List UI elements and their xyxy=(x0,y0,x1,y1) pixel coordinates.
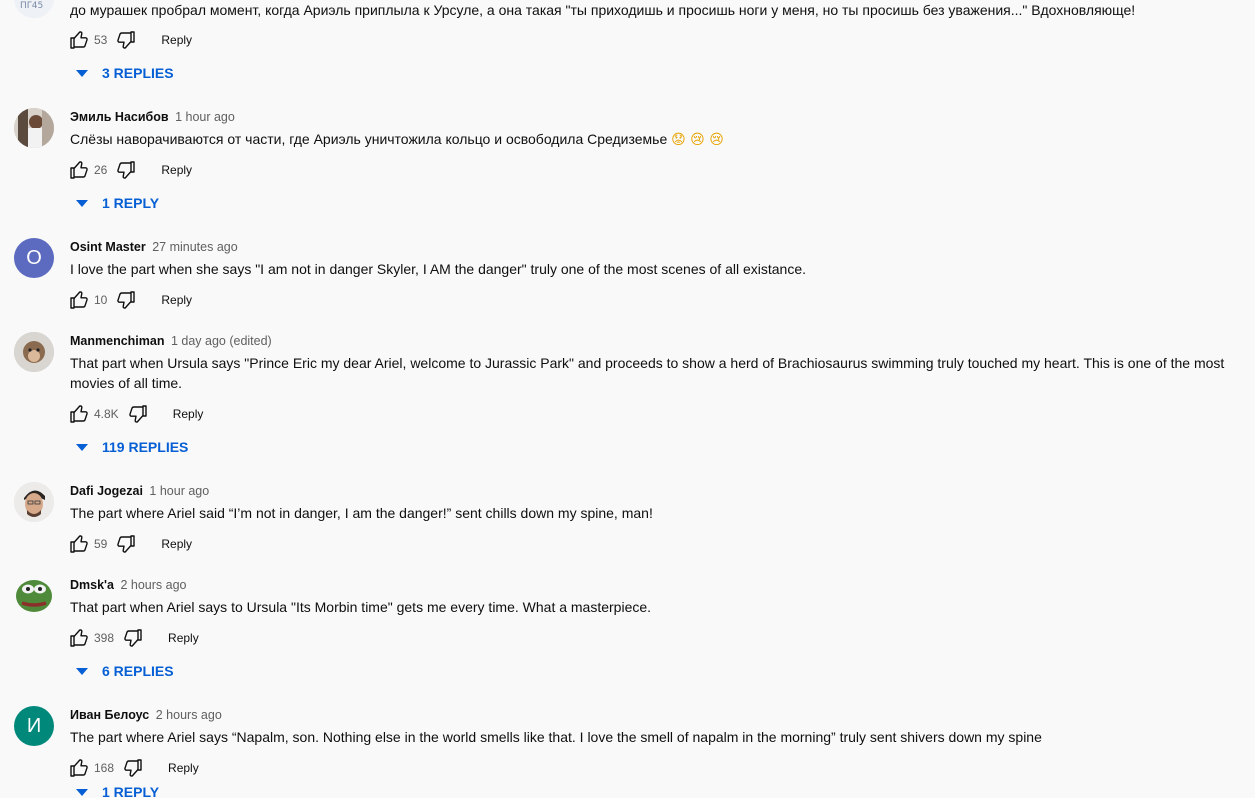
avatar[interactable] xyxy=(14,332,54,372)
comment-timestamp[interactable]: 1 day ago (edited) xyxy=(171,334,272,348)
avatar[interactable] xyxy=(14,482,54,522)
comment-text: Слёзы наворачиваются от части, где Ариэл… xyxy=(70,131,668,147)
comment-text-row: Слёзы наворачиваются от части, где Ариэл… xyxy=(70,129,1230,150)
like-count: 59 xyxy=(94,537,108,551)
author-name[interactable]: Эмиль Насибов xyxy=(70,110,169,124)
comment-actions: 26 Reply xyxy=(68,158,192,182)
view-replies-button[interactable]: 6 REPLIES xyxy=(74,661,174,681)
author-name[interactable]: Иван Белоус xyxy=(70,708,149,722)
thumb-down-icon[interactable] xyxy=(122,627,144,649)
thumb-up-icon[interactable] xyxy=(68,289,90,311)
author-name[interactable]: Osint Master xyxy=(70,240,146,254)
comment-timestamp[interactable]: 2 hours ago xyxy=(120,578,186,592)
thumb-down-icon[interactable] xyxy=(122,757,144,779)
avatar-image-icon: ΠΓ45 xyxy=(14,0,54,18)
comment-actions: 398 Reply xyxy=(68,626,199,650)
comment-text: That part when Ursula says "Prince Eric … xyxy=(70,355,1225,391)
replies-label: 119 REPLIES xyxy=(102,439,189,455)
comment-actions: 59 Reply xyxy=(68,532,192,556)
thumb-down-icon[interactable] xyxy=(115,533,137,555)
reply-button[interactable]: Reply xyxy=(161,163,192,177)
comment-actions: 10 Reply xyxy=(68,288,192,312)
comment-text: I love the part when she says "I am not … xyxy=(70,261,806,277)
comment-text: The part where Ariel said “I’m not in da… xyxy=(70,505,653,521)
comment-timestamp[interactable]: 27 minutes ago xyxy=(152,240,237,254)
avatar-letter: И xyxy=(26,714,42,737)
author-name[interactable]: Dmsk'a xyxy=(70,578,114,592)
avatar[interactable]: O xyxy=(14,238,54,278)
comment-text: до мурашек пробрал момент, когда Ариэль … xyxy=(70,2,1136,18)
view-replies-button[interactable]: 1 REPLY xyxy=(74,193,159,213)
like-count: 398 xyxy=(94,631,115,645)
thumb-down-icon[interactable] xyxy=(127,403,149,425)
like-count: 4.8K xyxy=(94,407,119,421)
view-replies-button[interactable]: 3 REPLIES xyxy=(74,63,174,83)
comment-actions: 4.8K Reply xyxy=(68,402,203,426)
reply-button[interactable]: Reply xyxy=(161,537,192,551)
thumb-up-icon[interactable] xyxy=(68,403,90,425)
author-name[interactable]: Manmenchiman xyxy=(70,334,164,348)
emoji-text: 😟 😢 😢 xyxy=(671,132,724,148)
avatar-image-icon xyxy=(14,108,54,148)
thumb-up-icon[interactable] xyxy=(68,533,90,555)
like-count: 53 xyxy=(94,33,108,47)
replies-label: 6 REPLIES xyxy=(102,663,174,679)
view-replies-button[interactable]: 119 REPLIES xyxy=(74,437,188,457)
like-count: 168 xyxy=(94,761,115,775)
comment-timestamp[interactable]: 2 hours ago xyxy=(156,708,222,722)
avatar[interactable] xyxy=(14,576,54,616)
comment-actions: 53 Reply xyxy=(68,28,192,52)
avatar[interactable]: И xyxy=(14,706,54,746)
caret-down-icon xyxy=(76,788,88,796)
like-count: 26 xyxy=(94,163,108,177)
avatar-image-icon xyxy=(14,332,54,372)
reply-button[interactable]: Reply xyxy=(168,761,199,775)
comment-text: The part where Ariel says “Napalm, son. … xyxy=(70,729,1042,745)
replies-label: 1 REPLY xyxy=(102,786,160,798)
thumb-down-icon[interactable] xyxy=(115,159,137,181)
comment-timestamp[interactable]: 1 hour ago xyxy=(175,110,235,124)
comment-text: That part when Ariel says to Ursula "Its… xyxy=(70,599,652,615)
thumb-up-icon[interactable] xyxy=(68,159,90,181)
caret-down-icon xyxy=(76,667,88,675)
reply-button[interactable]: Reply xyxy=(168,631,199,645)
replies-label: 3 REPLIES xyxy=(102,65,174,81)
avatar-image-icon xyxy=(16,580,52,612)
reply-button[interactable]: Reply xyxy=(173,407,204,421)
avatar-letter: O xyxy=(26,246,42,269)
reply-button[interactable]: Reply xyxy=(161,293,192,307)
view-replies-button[interactable]: 1 REPLY xyxy=(74,786,159,798)
thumb-up-icon[interactable] xyxy=(68,627,90,649)
avatar-image-icon xyxy=(14,482,54,522)
like-count: 10 xyxy=(94,293,108,307)
avatar[interactable] xyxy=(14,108,54,148)
thumb-up-icon[interactable] xyxy=(68,757,90,779)
thumb-down-icon[interactable] xyxy=(115,29,137,51)
author-name[interactable]: Dafi Jogezai xyxy=(70,484,143,498)
thumb-down-icon[interactable] xyxy=(115,289,137,311)
reply-button[interactable]: Reply xyxy=(161,33,192,47)
caret-down-icon xyxy=(76,69,88,77)
svg-text:ΠΓ45: ΠΓ45 xyxy=(20,1,43,11)
replies-label: 1 REPLY xyxy=(102,195,160,211)
caret-down-icon xyxy=(76,443,88,451)
comment-timestamp[interactable]: 1 hour ago xyxy=(149,484,209,498)
avatar[interactable]: ΠΓ45 xyxy=(14,0,54,18)
thumb-up-icon[interactable] xyxy=(68,29,90,51)
caret-down-icon xyxy=(76,199,88,207)
comment-actions: 168 Reply xyxy=(68,756,199,780)
